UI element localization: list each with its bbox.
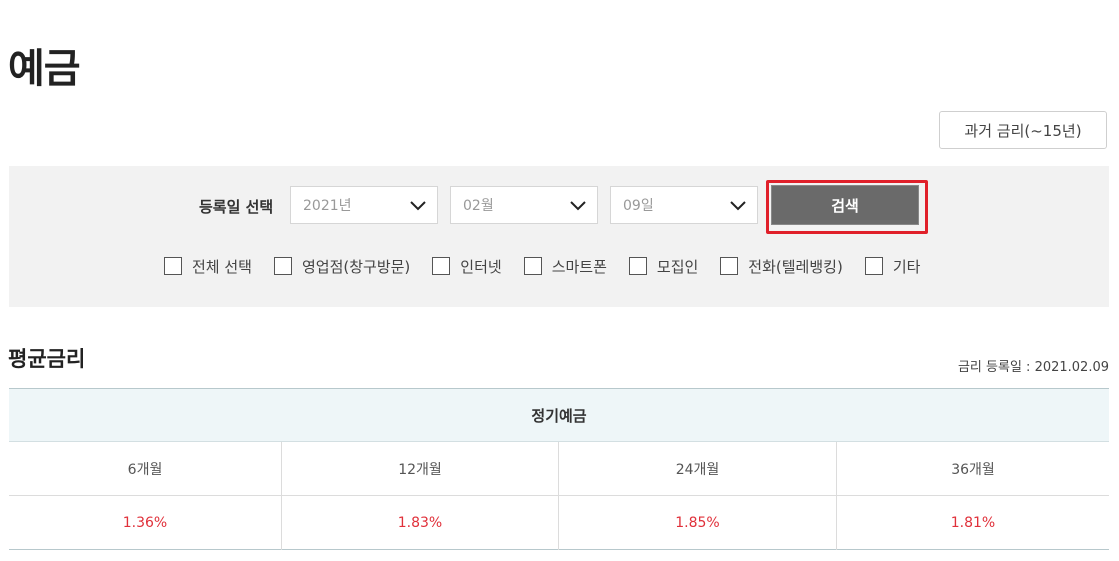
checkbox-select-all[interactable]: 전체 선택 <box>164 256 252 277</box>
year-select[interactable]: 2021년 <box>290 186 438 224</box>
checkbox-label: 영업점(창구방문) <box>301 257 411 276</box>
table-row: 1.36% 1.83% 1.85% 1.81% <box>9 495 1109 550</box>
checkbox-label: 전체 선택 <box>192 257 252 276</box>
month-select-value: 02월 <box>463 198 494 214</box>
page-title: 예금 <box>8 46 81 92</box>
year-select-value: 2021년 <box>303 198 352 214</box>
checkbox-other[interactable]: 기타 <box>864 256 921 277</box>
checkbox-icon[interactable] <box>628 257 647 275</box>
table-row: 6개월 12개월 24개월 36개월 <box>9 441 1109 496</box>
day-select[interactable]: 09일 <box>610 186 758 224</box>
checkbox-icon[interactable] <box>273 257 292 275</box>
rate-registration-date: 금리 등록일 : 2021.02.09 <box>958 356 1109 375</box>
checkbox-label: 기타 <box>892 257 921 276</box>
checkbox-icon[interactable] <box>432 257 451 275</box>
day-select-value: 09일 <box>623 198 654 214</box>
checkbox-label: 전화(텔레뱅킹) <box>748 257 843 276</box>
checkbox-label: 인터넷 <box>460 257 502 276</box>
chevron-down-icon <box>730 201 746 211</box>
period-cell: 24개월 <box>558 441 837 496</box>
channel-checkbox-group: 전체 선택 영업점(창구방문) 인터넷 스마트폰 모집인 전화(텔레뱅킹) 기타 <box>164 255 942 277</box>
checkbox-smartphone[interactable]: 스마트폰 <box>523 256 607 277</box>
checkbox-branch[interactable]: 영업점(창구방문) <box>273 256 411 277</box>
chevron-down-icon <box>410 201 426 211</box>
rate-cell: 1.36% <box>9 495 282 550</box>
period-cell: 12개월 <box>281 441 559 496</box>
checkbox-label: 스마트폰 <box>551 257 607 276</box>
average-rate-title: 평균금리 <box>8 347 86 371</box>
chevron-down-icon <box>570 201 586 211</box>
checkbox-icon[interactable] <box>523 257 542 275</box>
search-button[interactable]: 검색 <box>771 185 919 225</box>
period-cell: 6개월 <box>9 441 282 496</box>
table-group-header: 정기예금 <box>9 388 1109 442</box>
average-rate-table: 정기예금 6개월 12개월 24개월 36개월 1.36% 1.83% 1.85… <box>9 388 1109 550</box>
past-rates-button[interactable]: 과거 금리(~15년) <box>939 111 1107 149</box>
search-panel: 등록일 선택 2021년 02월 09일 검색 전체 선택 영업점(창구방문) … <box>9 166 1109 307</box>
checkbox-internet[interactable]: 인터넷 <box>432 256 502 277</box>
rate-cell: 1.83% <box>281 495 559 550</box>
period-cell: 36개월 <box>836 441 1109 496</box>
rate-cell: 1.85% <box>558 495 837 550</box>
month-select[interactable]: 02월 <box>450 186 598 224</box>
checkbox-label: 모집인 <box>656 257 699 276</box>
checkbox-icon[interactable] <box>864 257 883 275</box>
checkbox-icon[interactable] <box>164 257 182 275</box>
rate-cell: 1.81% <box>950 514 996 531</box>
rate-registration-date-label: 금리 등록일 : <box>957 360 1031 375</box>
checkbox-agent[interactable]: 모집인 <box>628 256 699 277</box>
rate-registration-date-value: 2021.02.09 <box>1034 360 1109 375</box>
checkbox-telebanking[interactable]: 전화(텔레뱅킹) <box>720 256 843 277</box>
registration-date-label: 등록일 선택 <box>199 198 274 216</box>
checkbox-icon[interactable] <box>720 257 739 275</box>
